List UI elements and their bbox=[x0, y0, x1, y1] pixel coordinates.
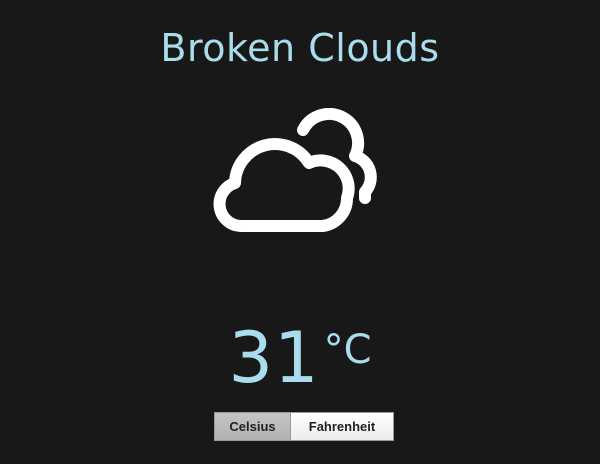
unit-toggle: Celsius Fahrenheit bbox=[214, 412, 394, 441]
temperature-display: 31 °C bbox=[0, 318, 600, 398]
celsius-button[interactable]: Celsius bbox=[214, 412, 291, 441]
temperature-value: 31 bbox=[228, 317, 320, 399]
fahrenheit-button[interactable]: Fahrenheit bbox=[291, 412, 394, 441]
temperature-unit: °C bbox=[323, 327, 372, 373]
weather-condition-title: Broken Clouds bbox=[160, 26, 440, 70]
broken-clouds-icon bbox=[205, 107, 405, 248]
weather-app: Broken Clouds 31 °C Celsius Fahrenheit bbox=[0, 0, 600, 464]
